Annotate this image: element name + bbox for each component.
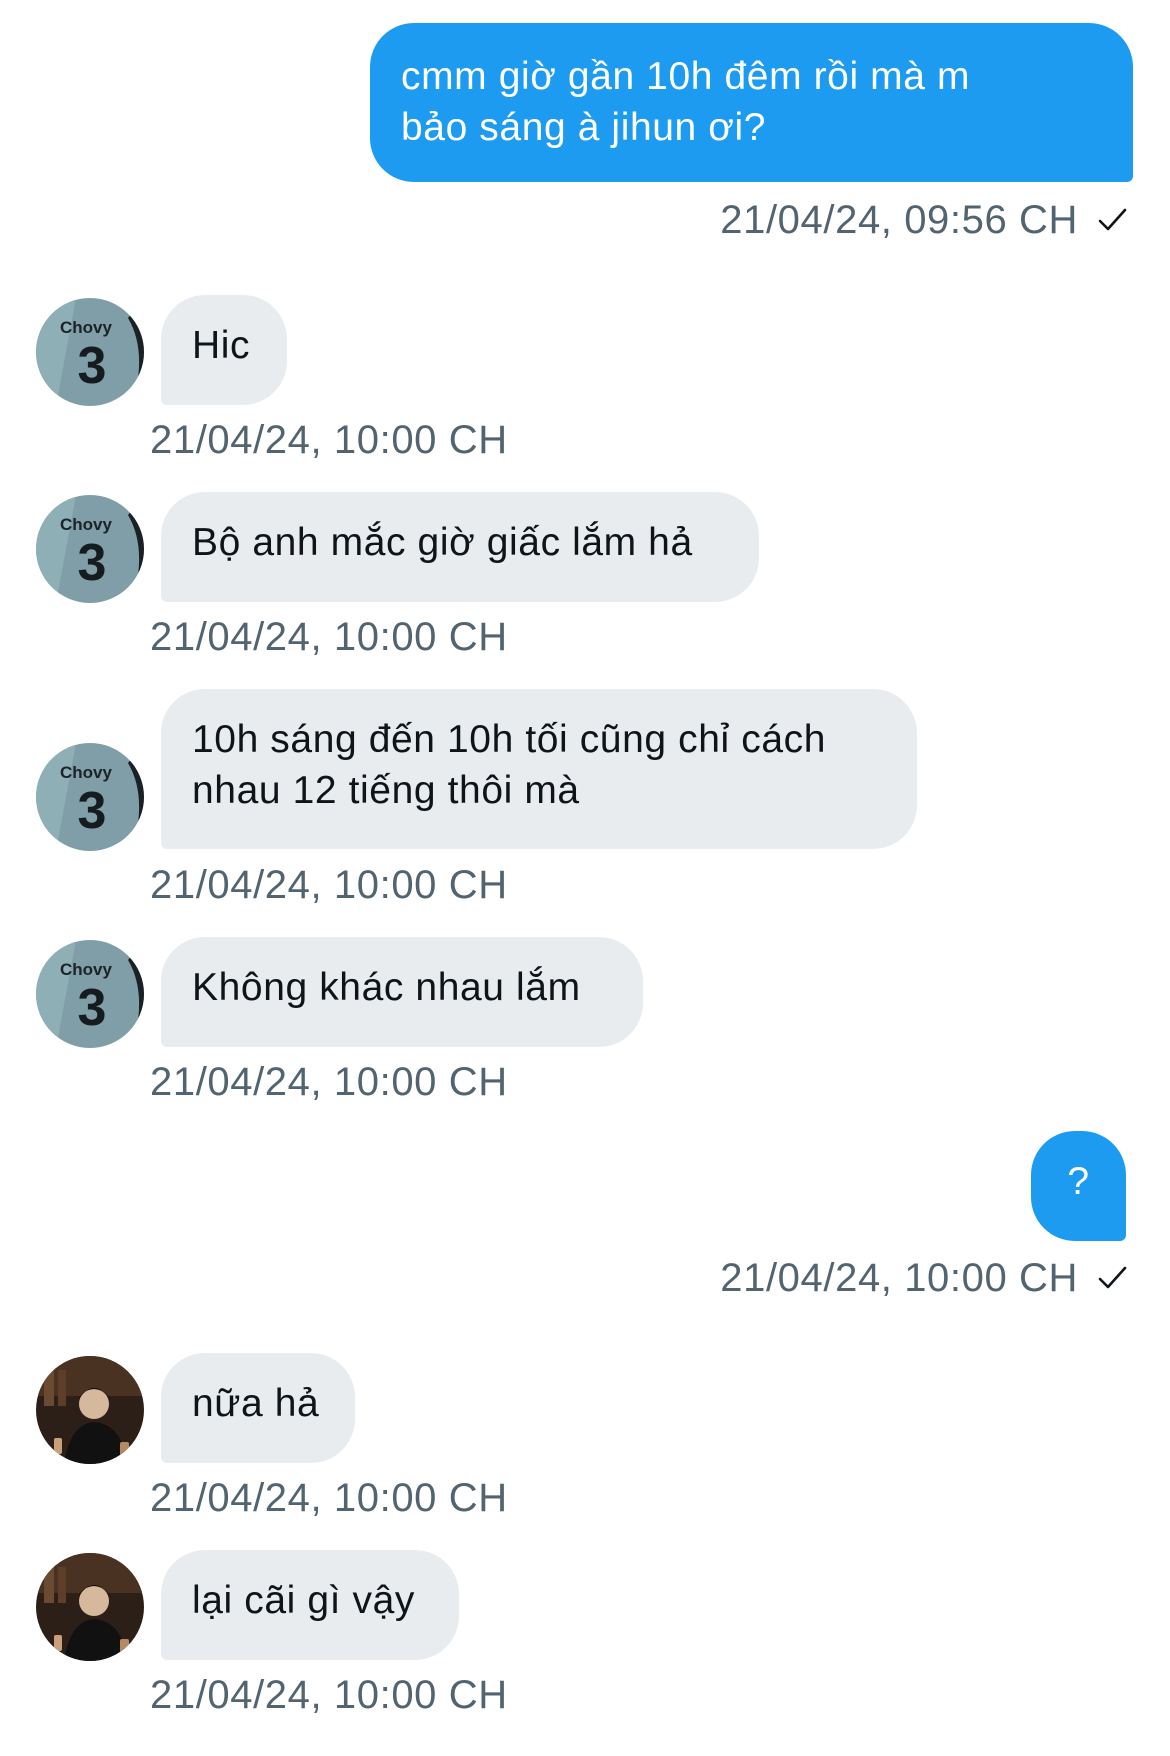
outgoing-message-bubble[interactable]: cmm giờ gần 10h đêm rồi mà m bảo sáng à … xyxy=(370,23,1133,182)
avatar[interactable] xyxy=(36,1553,144,1661)
incoming-message-bubble[interactable]: lại cãi gì vậy xyxy=(161,1550,459,1660)
svg-text:3: 3 xyxy=(78,979,107,1037)
message-timestamp-row: 21/04/24, 09:56 CH xyxy=(720,195,1128,248)
avatar-person-photo-icon xyxy=(36,1356,144,1464)
message-timestamp: 21/04/24, 10:00 CH xyxy=(150,615,508,659)
incoming-message-bubble[interactable]: Không khác nhau lắm xyxy=(161,937,643,1047)
svg-text:3: 3 xyxy=(78,337,107,395)
avatar-chovy-jersey-icon: Chovy 3 xyxy=(36,495,144,603)
svg-text:3: 3 xyxy=(78,534,107,592)
svg-text:Chovy: Chovy xyxy=(60,318,113,337)
conversation-thread: cmm giờ gần 10h đêm rồi mà m bảo sáng à … xyxy=(0,0,1170,1756)
message-timestamp: 21/04/24, 10:00 CH xyxy=(150,1060,508,1104)
avatar[interactable]: Chovy 3 xyxy=(36,940,144,1048)
message-timestamp-row: 21/04/24, 10:00 CH xyxy=(720,1253,1128,1306)
svg-text:3: 3 xyxy=(78,782,107,840)
message-timestamp: 21/04/24, 10:00 CH xyxy=(150,863,508,907)
incoming-message-bubble[interactable]: Bộ anh mắc giờ giấc lắm hả xyxy=(161,492,759,602)
incoming-message-bubble[interactable]: 10h sáng đến 10h tối cũng chỉ cách nhau … xyxy=(161,689,917,849)
incoming-message-bubble[interactable]: nữa hả xyxy=(161,1353,355,1463)
avatar[interactable]: Chovy 3 xyxy=(36,743,144,851)
outgoing-message-bubble[interactable]: ? xyxy=(1031,1131,1126,1241)
avatar-chovy-jersey-icon: Chovy 3 xyxy=(36,743,144,851)
avatar[interactable]: Chovy 3 xyxy=(36,495,144,603)
avatar[interactable] xyxy=(36,1356,144,1464)
incoming-message-bubble[interactable]: Hic xyxy=(161,295,287,405)
svg-text:Chovy: Chovy xyxy=(60,515,113,534)
svg-text:Chovy: Chovy xyxy=(60,763,113,782)
message-timestamp: 21/04/24, 10:00 CH xyxy=(720,1256,1078,1300)
avatar-chovy-jersey-icon: Chovy 3 xyxy=(36,298,144,406)
message-timestamp: 21/04/24, 10:00 CH xyxy=(150,418,508,462)
message-timestamp: 21/04/24, 10:00 CH xyxy=(150,1673,508,1717)
avatar-chovy-jersey-icon: Chovy 3 xyxy=(36,940,144,1048)
message-timestamp: 21/04/24, 09:56 CH xyxy=(720,198,1078,242)
svg-text:Chovy: Chovy xyxy=(60,960,113,979)
avatar[interactable]: Chovy 3 xyxy=(36,298,144,406)
checkmark-icon xyxy=(1096,198,1128,248)
message-timestamp: 21/04/24, 10:00 CH xyxy=(150,1476,508,1520)
avatar-person-photo-icon xyxy=(36,1553,144,1661)
checkmark-icon xyxy=(1096,1256,1128,1306)
